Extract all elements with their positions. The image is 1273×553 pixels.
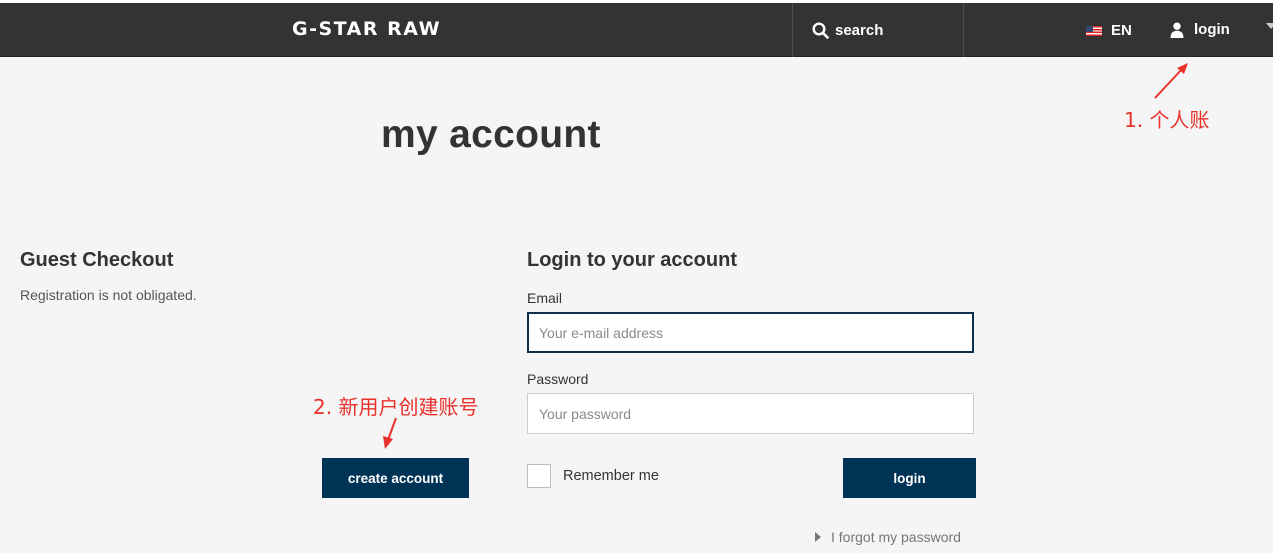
caret-right-icon: [815, 532, 821, 542]
email-label: Email: [527, 290, 563, 306]
remember-me-label[interactable]: Remember me: [563, 468, 659, 484]
language-selector[interactable]: EN: [1086, 22, 1132, 39]
search-icon: [812, 21, 829, 39]
header-login-link[interactable]: login: [1170, 21, 1230, 38]
header-login-label: login: [1194, 21, 1230, 38]
header-divider: [963, 3, 964, 57]
password-label: Password: [527, 371, 589, 387]
login-heading: Login to your account: [527, 249, 737, 271]
annotation-label: 1. 个人账: [1124, 108, 1210, 132]
search-label: search: [835, 21, 884, 39]
brand-logo[interactable]: G-STAR RAW: [292, 17, 441, 41]
forgot-password-label: I forgot my password: [831, 529, 961, 545]
login-button[interactable]: login: [843, 458, 976, 498]
forgot-password-link[interactable]: I forgot my password: [815, 529, 961, 545]
password-field[interactable]: [527, 393, 974, 434]
us-flag-icon: [1086, 25, 1102, 36]
annotation-arrow-icon: [1154, 63, 1188, 99]
guest-checkout-description: Registration is not obligated.: [20, 287, 197, 303]
user-icon: [1170, 22, 1184, 38]
header-divider: [792, 3, 793, 57]
annotation-arrow-icon: [383, 417, 397, 449]
language-label: EN: [1111, 22, 1132, 39]
remember-me-checkbox[interactable]: [527, 464, 551, 488]
page-title: my account: [381, 113, 601, 156]
email-field[interactable]: [527, 312, 974, 353]
create-account-button[interactable]: create account: [322, 458, 469, 498]
guest-checkout-heading: Guest Checkout: [20, 249, 174, 271]
chevron-down-icon[interactable]: [1266, 23, 1273, 29]
search-button[interactable]: search: [812, 19, 883, 41]
top-navigation-bar: G-STAR RAW search EN login: [0, 0, 1273, 57]
